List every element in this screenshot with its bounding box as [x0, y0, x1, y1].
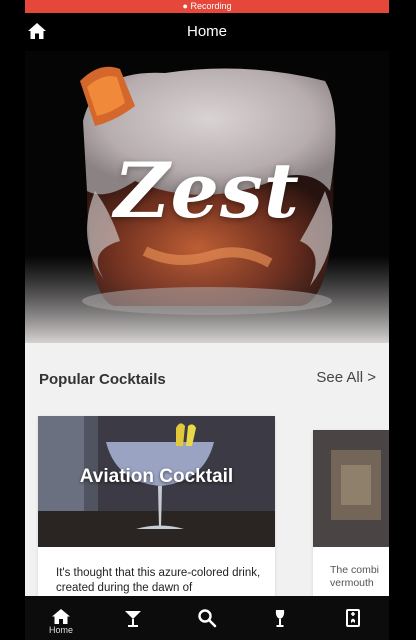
app-frame: ● Recording Home Zest Popular Cocktails …	[25, 0, 389, 640]
recording-indicator: ● Recording	[25, 0, 389, 13]
nav-home[interactable]: Home	[25, 596, 97, 640]
recording-text: ● Recording	[182, 1, 232, 11]
see-all-link[interactable]: See All >	[316, 369, 376, 386]
cocktail-glass-icon	[125, 611, 141, 627]
nav-cocktails[interactable]	[97, 596, 169, 640]
popular-section-header: Popular Cocktails See All >	[25, 343, 389, 413]
home-icon	[52, 609, 70, 624]
nav-wine[interactable]	[244, 596, 316, 640]
bottom-nav: Home	[25, 596, 389, 640]
nav-home-label: Home	[48, 625, 73, 635]
cocktail-card[interactable]: The combi vermouth	[313, 430, 389, 606]
section-title: Popular Cocktails	[39, 371, 166, 388]
cocktail-image	[313, 430, 389, 547]
hero-banner[interactable]: Zest	[25, 51, 389, 343]
wine-glass-icon	[275, 610, 285, 627]
card-description: It's thought that this azure-colored dri…	[56, 567, 261, 594]
search-icon	[198, 609, 217, 628]
nav-saved[interactable]	[317, 596, 389, 640]
top-bar: Home	[25, 13, 389, 51]
bookmark-icon	[346, 609, 360, 627]
card-title: Aviation Cocktail	[79, 466, 234, 487]
page-title: Home	[186, 23, 227, 40]
card-description: The combi vermouth	[330, 564, 380, 589]
nav-search[interactable]	[171, 596, 243, 640]
cocktail-card[interactable]: Aviation Cocktail It's thought that this…	[38, 416, 275, 606]
hero-title: Zest	[114, 146, 300, 235]
